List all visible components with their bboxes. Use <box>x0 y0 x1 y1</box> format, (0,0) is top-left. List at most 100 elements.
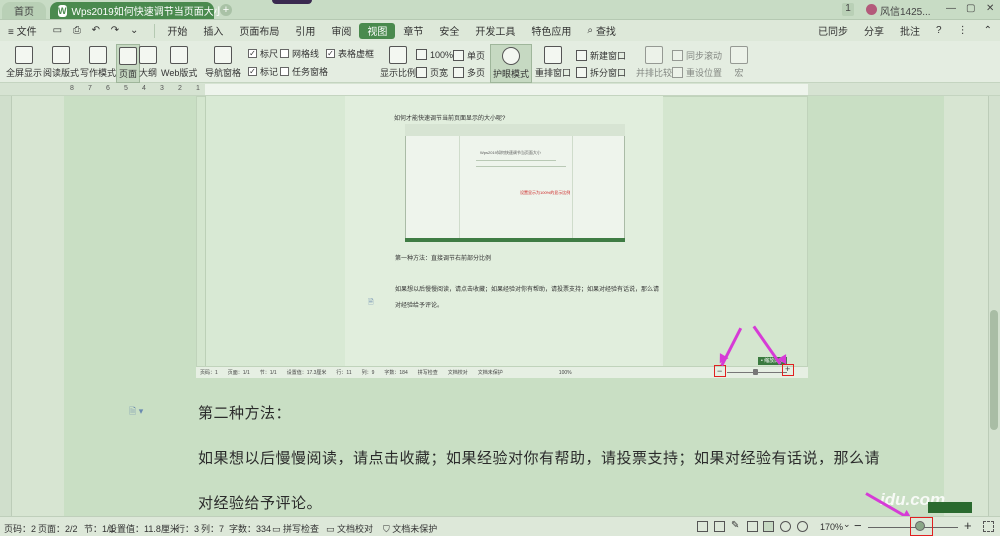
proofread-button[interactable]: ▭ 文档校对 <box>326 522 373 535</box>
split-window-label: 拆分窗口 <box>590 68 627 78</box>
vertical-ruler[interactable] <box>0 96 12 516</box>
notification-badge[interactable]: 1 <box>842 3 854 16</box>
eye-icon[interactable] <box>797 521 808 532</box>
menu-item-developer[interactable]: 开发工具 <box>467 23 523 39</box>
maximize-button[interactable]: ▢ <box>966 3 975 14</box>
zoom-100-button[interactable]: 100% <box>416 49 453 60</box>
split-view-icon[interactable] <box>714 521 725 532</box>
fullscreen-button[interactable]: 全屏显示 <box>6 46 42 79</box>
checkmark-icon: ✓ <box>248 67 257 76</box>
sync-scroll-button[interactable]: 同步滚动 <box>672 49 722 62</box>
writing-mode-label: 写作模式 <box>80 68 117 78</box>
menu-item-chapter[interactable]: 章节 <box>395 23 431 39</box>
help-button[interactable]: ? <box>928 23 950 39</box>
share-button[interactable]: 分享 <box>856 23 892 39</box>
navigation-pane-button[interactable]: 导航窗格 <box>205 46 241 79</box>
search-label: 查找 <box>595 27 616 38</box>
single-page-button[interactable]: 单页 <box>453 49 485 62</box>
macro-button[interactable]: 宏 <box>730 46 748 79</box>
search-button[interactable]: ⌕ 查找 <box>579 23 624 39</box>
tab-document[interactable]: W Wps2019如何快速调节当页面大小 ● <box>50 2 229 19</box>
outline-view-icon[interactable] <box>747 521 758 532</box>
nested-line <box>476 160 556 161</box>
protection-button[interactable]: ⛉ 文档未保护 <box>383 522 437 535</box>
page-view-icon[interactable] <box>763 521 774 532</box>
body-paragraph-end: 对经验给予评论。 <box>198 495 323 512</box>
avatar[interactable] <box>866 4 877 15</box>
checkmark-icon: ✓ <box>326 49 335 58</box>
reset-position-button[interactable]: 重设位置 <box>672 66 722 79</box>
user-name[interactable]: 风信1425... <box>880 3 931 18</box>
app-logo <box>272 0 312 4</box>
web-view-icon[interactable] <box>780 521 791 532</box>
tab-home-label: 首页 <box>14 7 34 18</box>
spell-check-button[interactable]: ▭ 拼写检查 <box>272 522 319 535</box>
ruler-checkbox[interactable]: ✓ 标尺 <box>248 47 278 60</box>
wps-writer-icon: W <box>58 4 67 17</box>
zoom-dropdown-icon[interactable]: ⌄ <box>843 519 851 530</box>
menu-item-page-layout[interactable]: 页面布局 <box>231 23 287 39</box>
sync-status[interactable]: 已同步 <box>810 23 856 39</box>
quick-access-icons[interactable]: ▭ ⎙ ↶ ↷ ⌄ <box>45 23 151 39</box>
zoom-out-button[interactable]: − <box>854 518 862 533</box>
multi-page-button[interactable]: 多页 <box>453 66 485 79</box>
comment-button[interactable]: 批注 <box>892 23 928 39</box>
status-bar: 页码：2 页面：2/2 节：1/1 设置值：11.8厘米 行：3 列：7 字数：… <box>0 516 1000 536</box>
zoom-level[interactable]: 170% <box>820 522 843 532</box>
scrollbar-thumb[interactable] <box>990 310 998 430</box>
vertical-scrollbar[interactable] <box>988 96 1000 516</box>
pen-icon[interactable]: ✎ <box>731 520 742 531</box>
page-width-button[interactable]: 页宽 <box>416 66 448 79</box>
fullscreen-icon[interactable] <box>983 521 994 532</box>
side-by-side-button[interactable]: 并排比较 <box>636 46 672 79</box>
marks-label: 标记 <box>260 67 279 77</box>
more-options-icon[interactable]: ⋮ <box>950 23 976 39</box>
writing-mode-button[interactable]: 写作模式 <box>80 46 116 79</box>
menu-item-insert[interactable]: 插入 <box>195 23 231 39</box>
menu-item-review[interactable]: 审阅 <box>323 23 359 39</box>
task-pane-label: 任务窗格 <box>292 67 329 77</box>
zoom-in-button[interactable]: + <box>964 518 972 533</box>
collapse-ribbon-icon[interactable]: ⌃ <box>976 23 1000 39</box>
split-window-button[interactable]: 拆分窗口 <box>576 66 626 79</box>
page-width-label: 页宽 <box>430 68 449 78</box>
embedded-paragraph: 如果想以后慢慢阅读，请点击收藏；如果经验对你有帮助，请投票支持；如果对经验有话说… <box>395 287 660 293</box>
single-page-icon <box>453 50 464 61</box>
outline-button[interactable]: 大纲 <box>139 46 157 79</box>
new-tab-button[interactable]: + <box>220 4 232 16</box>
page-view-button[interactable]: 页面 <box>116 44 141 83</box>
rearrange-windows-button[interactable]: 重排窗口 <box>535 46 571 79</box>
macro-icon <box>730 46 748 64</box>
eye-icon <box>502 47 520 65</box>
web-layout-button[interactable]: Web版式 <box>161 46 197 79</box>
file-menu[interactable]: ≡ 文件 <box>0 23 45 39</box>
menu-item-view[interactable]: 视图 <box>359 22 396 39</box>
gridlines-checkbox[interactable]: 网格线 <box>280 47 319 60</box>
status-words[interactable]: 字数：334 <box>229 522 271 535</box>
task-pane-checkbox[interactable]: 任务窗格 <box>280 65 328 78</box>
read-mode-icon[interactable] <box>697 521 708 532</box>
menu-item-special[interactable]: 特色应用 <box>523 23 579 39</box>
reading-layout-button[interactable]: 阅读版式 <box>43 46 79 79</box>
reset-position-icon <box>672 67 683 78</box>
zoom-ratio-button[interactable]: 显示比例 <box>380 46 416 79</box>
nested-title: Wps2019如何快速调节当页面大小 <box>480 150 541 155</box>
checkmark-icon: ✓ <box>248 49 257 58</box>
embedded-status-item: 列：9 <box>361 370 375 376</box>
close-window-button[interactable]: ✕ <box>986 3 994 14</box>
nested-toolbar <box>405 124 625 136</box>
minimize-button[interactable]: — <box>946 3 956 14</box>
menu-item-security[interactable]: 安全 <box>431 23 467 39</box>
new-window-icon <box>576 50 587 61</box>
status-setting: 设置值：11.8厘米 <box>108 524 179 534</box>
title-bar: 首页 W Wps2019如何快速调节当页面大小 ● + 1 风信1425... … <box>0 0 1000 20</box>
eye-protection-button[interactable]: 护眼模式 <box>490 44 533 83</box>
table-borders-checkbox[interactable]: ✓ 表格虚框 <box>326 47 374 60</box>
tab-home[interactable]: 首页 <box>2 2 46 19</box>
menu-item-references[interactable]: 引用 <box>287 23 323 39</box>
new-window-button[interactable]: 新建窗口 <box>576 49 626 62</box>
embedded-status-item: 拼写检查 <box>417 370 438 376</box>
menu-item-home[interactable]: 开始 <box>159 23 195 39</box>
marks-checkbox[interactable]: ✓ 标记 <box>248 65 278 78</box>
ribbon-toolbar: 全屏显示 阅读版式 写作模式 页面 大纲 Web版式 导航窗格 ✓ 标尺 网格线 … <box>0 41 1000 83</box>
